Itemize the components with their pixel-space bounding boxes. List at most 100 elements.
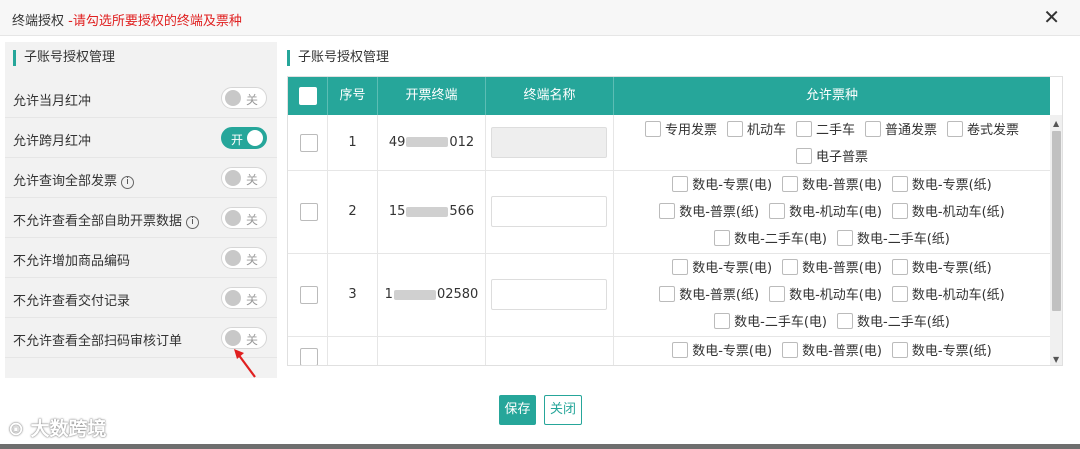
ticket-type-option[interactable]: 机动车	[726, 117, 786, 144]
close-icon[interactable]: ✕	[1043, 6, 1060, 28]
scroll-thumb[interactable]	[1052, 131, 1061, 311]
left-settings-panel: 子账号授权管理 允许当月红冲关允许跨月红冲开允许查询全部发票 i 关不允许查看全部自…	[5, 42, 277, 378]
ticket-type-checkbox[interactable]	[891, 286, 908, 302]
row-checkbox[interactable]	[300, 347, 318, 365]
setting-label: 不允许查看全部扫码审核订单	[13, 330, 182, 349]
ticket-type-option[interactable]: 数电-普票(电)	[782, 172, 882, 199]
setting-toggle[interactable]: 关	[221, 327, 267, 349]
ticket-type-checkbox[interactable]	[837, 230, 853, 246]
ticket-type-checkbox[interactable]	[782, 342, 799, 358]
ticket-type-option[interactable]: 数电-专票(电)	[672, 172, 772, 199]
ticket-type-option[interactable]: 数电-机动车(电)	[769, 199, 882, 226]
ticket-type-checkbox[interactable]	[659, 203, 676, 219]
setting-toggle[interactable]: 关	[221, 87, 267, 109]
ticket-type-checkbox[interactable]	[644, 121, 661, 137]
ticket-type-label: 数电-专票(纸)	[911, 178, 992, 193]
ticket-type-option[interactable]: 电子普票	[795, 144, 868, 171]
ticket-type-option[interactable]: 数电-机动车(纸)	[891, 282, 1005, 309]
ticket-type-option[interactable]: 二手车	[795, 117, 855, 144]
toggle-knob	[225, 210, 241, 226]
close-button[interactable]: 关闭	[544, 395, 582, 425]
table-scrollbar[interactable]: ▲ ▼	[1050, 115, 1062, 365]
ticket-type-option[interactable]: 数电-二手车(电)	[714, 309, 827, 336]
ticket-type-checkbox[interactable]	[795, 121, 812, 137]
terminal-name-input[interactable]	[491, 279, 607, 310]
types-cell: 数电-专票(电) 数电-普票(电) 数电-专票(纸)	[614, 337, 1050, 365]
ticket-type-option[interactable]: 数电-专票(纸)	[891, 172, 992, 199]
ticket-type-line: 数电-专票(电) 数电-普票(电) 数电-专票(纸)	[618, 338, 1046, 365]
scroll-up-icon[interactable]: ▲	[1053, 119, 1059, 128]
info-icon[interactable]: i	[186, 216, 200, 229]
setting-toggle[interactable]: 关	[221, 167, 267, 189]
ticket-type-option[interactable]: 数电-机动车(纸)	[891, 199, 1005, 226]
ticket-type-option[interactable]: 卷式发票	[947, 117, 1019, 144]
ticket-type-list: 专用发票 机动车 二手车 普通发票 卷式发票电子普票	[614, 117, 1050, 171]
setting-label: 允许跨月红冲	[13, 130, 91, 149]
setting-toggle[interactable]: 开	[221, 127, 267, 149]
ticket-type-checkbox[interactable]	[947, 121, 964, 137]
ticket-type-label: 数电-机动车(纸)	[911, 288, 1005, 303]
ticket-type-list: 数电-专票(电) 数电-普票(电) 数电-专票(纸) 数电-普票(纸) 数电-机动车(电…	[614, 172, 1050, 253]
ticket-type-checkbox[interactable]	[714, 313, 731, 329]
ticket-type-checkbox[interactable]	[891, 342, 908, 358]
ticket-type-option[interactable]: 数电-二手车(电)	[714, 226, 827, 253]
ticket-type-checkbox[interactable]	[795, 148, 812, 164]
ticket-type-checkbox[interactable]	[782, 176, 799, 192]
table-row: 数电-专票(电) 数电-普票(电) 数电-专票(纸)	[288, 337, 1050, 365]
ticket-type-checkbox[interactable]	[891, 203, 908, 219]
ticket-type-option[interactable]: 数电-普票(纸)	[659, 282, 759, 309]
ticket-type-option[interactable]: 数电-普票(纸)	[659, 199, 759, 226]
toggle-label: 关	[245, 253, 258, 267]
setting-toggle[interactable]: 关	[221, 207, 267, 229]
ticket-type-checkbox[interactable]	[672, 176, 689, 192]
redacted-mask	[406, 137, 449, 147]
row-checkbox[interactable]	[300, 133, 318, 152]
ticket-type-option[interactable]: 普通发票	[865, 117, 937, 144]
ticket-type-option[interactable]: 数电-普票(电)	[782, 338, 882, 365]
setting-toggle[interactable]: 关	[221, 287, 267, 309]
ticket-type-checkbox[interactable]	[769, 286, 786, 302]
ticket-type-checkbox[interactable]	[782, 259, 799, 275]
scroll-down-icon[interactable]: ▼	[1053, 355, 1059, 364]
terminal-name-input[interactable]	[491, 196, 607, 227]
ticket-type-checkbox[interactable]	[672, 342, 689, 358]
select-all-checkbox[interactable]	[298, 86, 317, 105]
ticket-type-checkbox[interactable]	[726, 121, 743, 137]
ticket-type-option[interactable]: 数电-二手车(纸)	[837, 226, 950, 253]
ticket-type-option[interactable]: 数电-专票(电)	[672, 338, 772, 365]
ticket-type-checkbox[interactable]	[769, 203, 786, 219]
toggle-knob	[225, 90, 241, 106]
row-checkbox[interactable]	[300, 203, 318, 221]
ticket-type-checkbox[interactable]	[714, 230, 731, 246]
ticket-type-checkbox[interactable]	[672, 259, 689, 275]
save-button[interactable]: 保存	[499, 395, 536, 425]
ticket-type-checkbox[interactable]	[891, 176, 908, 192]
ticket-type-option[interactable]: 专用发票	[644, 117, 717, 144]
row-check-cell	[288, 254, 328, 336]
terminal-value: 49 012	[378, 135, 485, 151]
info-icon[interactable]: i	[121, 176, 135, 189]
setting-label-text: 不允许增加商品编码	[13, 254, 131, 269]
row-checkbox[interactable]	[300, 286, 318, 304]
ticket-type-option[interactable]: 数电-专票(纸)	[891, 255, 992, 282]
ticket-type-option[interactable]: 数电-普票(电)	[782, 255, 882, 282]
bottom-bar	[0, 444, 1080, 449]
ticket-type-label: 普通发票	[885, 123, 938, 138]
seq-value: 1	[348, 134, 357, 150]
setting-label-text: 允许跨月红冲	[13, 134, 92, 149]
ticket-type-checkbox[interactable]	[659, 286, 676, 302]
toggle-knob	[247, 130, 263, 146]
setting-toggle[interactable]: 关	[221, 247, 267, 269]
ticket-type-option[interactable]: 数电-专票(纸)	[891, 338, 992, 365]
ticket-type-option[interactable]: 数电-专票(电)	[672, 255, 772, 282]
terminal-table: 序号 开票终端 终端名称 允许票种 1 49 012 专用发票 机动车 二手车 普通发票 卷式…	[287, 76, 1063, 366]
ticket-type-checkbox[interactable]	[891, 259, 908, 275]
ticket-type-option[interactable]: 数电-机动车(电)	[769, 282, 882, 309]
setting-label-text: 允许查询全部发票	[13, 174, 118, 189]
ticket-type-checkbox[interactable]	[837, 313, 853, 329]
ticket-type-option[interactable]: 数电-二手车(纸)	[837, 309, 950, 336]
auth-dialog: 终端授权 -请勾选所要授权的终端及票种 ✕ 子账号授权管理 允许当月红冲关允许跨…	[0, 0, 1080, 449]
ticket-type-checkbox[interactable]	[865, 121, 881, 137]
setting-row: 不允许查看交付记录 关	[5, 278, 277, 318]
table-row: 2 15 566 数电-专票(电) 数电-普票(电) 数电-专票(纸) 数电-普票(纸) 数电…	[288, 171, 1050, 254]
